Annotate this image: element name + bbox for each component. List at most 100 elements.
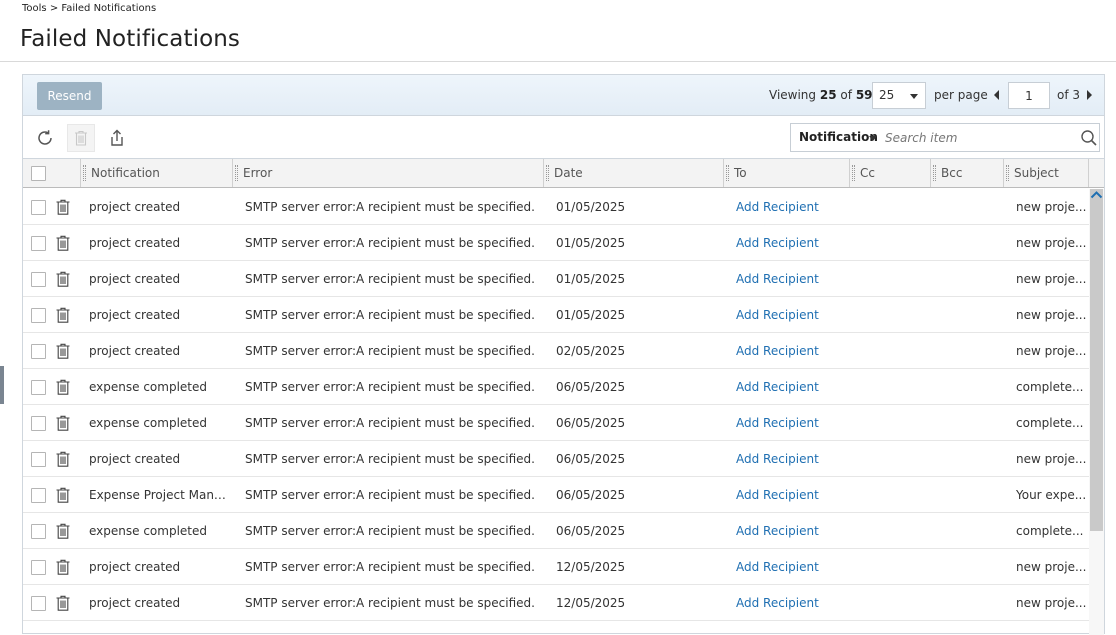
row-checkbox[interactable] <box>31 272 46 287</box>
table-row[interactable]: expense completed SMTP server error:A rec… <box>23 405 1089 441</box>
refresh-icon <box>38 130 52 145</box>
row-checkbox[interactable] <box>31 488 46 503</box>
add-recipient-link[interactable]: Add Recipient <box>736 452 846 466</box>
cell-subject: complete... <box>1016 416 1084 430</box>
table-row[interactable]: project created SMTP server error:A recip… <box>23 585 1089 621</box>
table-row[interactable]: project created SMTP server error:A recip… <box>23 189 1089 225</box>
trash-icon[interactable] <box>54 198 72 216</box>
column-header-bcc[interactable]: Bcc <box>931 159 1004 187</box>
export-button[interactable] <box>103 124 131 152</box>
cell-date: 06/05/2025 <box>556 380 626 394</box>
viewing-total: 59 <box>855 88 873 102</box>
row-checkbox[interactable] <box>31 380 46 395</box>
table-row[interactable]: project created SMTP server error:A recip… <box>23 333 1089 369</box>
resend-button[interactable]: Resend <box>37 82 102 110</box>
cell-error: SMTP server error:A recipient must be sp… <box>245 344 535 358</box>
row-checkbox[interactable] <box>31 236 46 251</box>
add-recipient-link[interactable]: Add Recipient <box>736 488 846 502</box>
column-header-subject[interactable]: Subject <box>1004 159 1089 187</box>
trash-icon[interactable] <box>54 594 72 612</box>
row-checkbox[interactable] <box>31 560 46 575</box>
add-recipient-link[interactable]: Add Recipient <box>736 524 846 538</box>
cell-subject: new proje... <box>1016 200 1086 214</box>
cell-error: SMTP server error:A recipient must be sp… <box>245 452 535 466</box>
table-row[interactable]: Expense Project Mana... SMTP server error… <box>23 477 1089 513</box>
select-all-checkbox[interactable] <box>31 166 46 181</box>
trash-icon[interactable] <box>54 270 72 288</box>
table-row[interactable]: project created SMTP server error:A recip… <box>23 225 1089 261</box>
scroll-up-icon[interactable] <box>1089 189 1104 201</box>
sidebar-toggle-handle[interactable] <box>0 366 4 404</box>
table-row[interactable]: project created SMTP server error:A recip… <box>23 297 1089 333</box>
table-row[interactable]: project created SMTP server error:A recip… <box>23 261 1089 297</box>
trash-icon[interactable] <box>54 522 72 540</box>
page-number-input[interactable] <box>1008 82 1050 109</box>
refresh-button[interactable] <box>31 124 59 152</box>
trash-icon[interactable] <box>54 414 72 432</box>
page-title: Failed Notifications <box>20 26 241 52</box>
column-resize-handle[interactable] <box>933 165 936 181</box>
add-recipient-link[interactable]: Add Recipient <box>736 596 846 610</box>
breadcrumb[interactable]: Tools > Failed Notifications <box>22 3 156 14</box>
row-checkbox[interactable] <box>31 308 46 323</box>
select-all-column <box>23 159 81 187</box>
column-header-notification[interactable]: Notification <box>81 159 233 187</box>
add-recipient-link[interactable]: Add Recipient <box>736 560 846 574</box>
notifications-panel: Resend Viewing 25 of 59 25 per page of 3 <box>22 74 1105 635</box>
next-page-icon[interactable] <box>1087 90 1092 100</box>
row-checkbox[interactable] <box>31 596 46 611</box>
cell-error: SMTP server error:A recipient must be sp… <box>245 560 535 574</box>
cell-error: SMTP server error:A recipient must be sp… <box>245 416 535 430</box>
column-resize-handle[interactable] <box>852 165 855 181</box>
row-checkbox[interactable] <box>31 344 46 359</box>
trash-icon[interactable] <box>54 450 72 468</box>
trash-icon[interactable] <box>54 378 72 396</box>
column-resize-handle[interactable] <box>726 165 729 181</box>
search-box: Notification <box>790 123 1100 152</box>
trash-icon[interactable] <box>54 558 72 576</box>
cell-error: SMTP server error:A recipient must be sp… <box>245 488 535 502</box>
search-filter-select[interactable]: Notification <box>799 130 878 144</box>
column-resize-handle[interactable] <box>546 165 549 181</box>
column-header-to[interactable]: To <box>724 159 850 187</box>
table-row[interactable]: project created SMTP server error:A recip… <box>23 441 1089 477</box>
table-row[interactable]: expense completed SMTP server error:A rec… <box>23 369 1089 405</box>
per-page-select[interactable]: 25 <box>872 82 926 109</box>
previous-page-icon[interactable] <box>994 90 999 100</box>
grid-toolbar: Notification <box>23 116 1104 159</box>
add-recipient-link[interactable]: Add Recipient <box>736 200 846 214</box>
row-checkbox[interactable] <box>31 416 46 431</box>
cell-subject: complete... <box>1016 524 1084 538</box>
chevron-down-icon[interactable] <box>869 136 877 141</box>
row-checkbox[interactable] <box>31 452 46 467</box>
column-header-date[interactable]: Date <box>544 159 724 187</box>
trash-icon[interactable] <box>54 234 72 252</box>
row-checkbox[interactable] <box>31 200 46 215</box>
trash-icon[interactable] <box>54 486 72 504</box>
trash-icon[interactable] <box>54 342 72 360</box>
row-checkbox[interactable] <box>31 524 46 539</box>
cell-subject: new proje... <box>1016 344 1086 358</box>
table-row[interactable]: expense completed SMTP server error:A rec… <box>23 513 1089 549</box>
column-resize-handle[interactable] <box>235 165 238 181</box>
cell-date: 12/05/2025 <box>556 596 626 610</box>
delete-selected-button[interactable] <box>67 124 95 152</box>
add-recipient-link[interactable]: Add Recipient <box>736 344 846 358</box>
trash-icon[interactable] <box>54 306 72 324</box>
column-header-error[interactable]: Error <box>233 159 544 187</box>
search-icon[interactable] <box>1080 129 1098 147</box>
vertical-scrollbar[interactable] <box>1089 189 1104 635</box>
add-recipient-link[interactable]: Add Recipient <box>736 236 846 250</box>
column-header-cc[interactable]: Cc <box>850 159 931 187</box>
add-recipient-link[interactable]: Add Recipient <box>736 380 846 394</box>
add-recipient-link[interactable]: Add Recipient <box>736 308 846 322</box>
search-input[interactable] <box>883 129 1073 147</box>
column-resize-handle[interactable] <box>1006 165 1009 181</box>
cell-error: SMTP server error:A recipient must be sp… <box>245 236 535 250</box>
table-row[interactable]: project created SMTP server error:A recip… <box>23 549 1089 585</box>
column-resize-handle[interactable] <box>83 165 86 181</box>
add-recipient-link[interactable]: Add Recipient <box>736 416 846 430</box>
scrollbar-thumb[interactable] <box>1090 189 1103 531</box>
cell-error: SMTP server error:A recipient must be sp… <box>245 380 535 394</box>
add-recipient-link[interactable]: Add Recipient <box>736 272 846 286</box>
